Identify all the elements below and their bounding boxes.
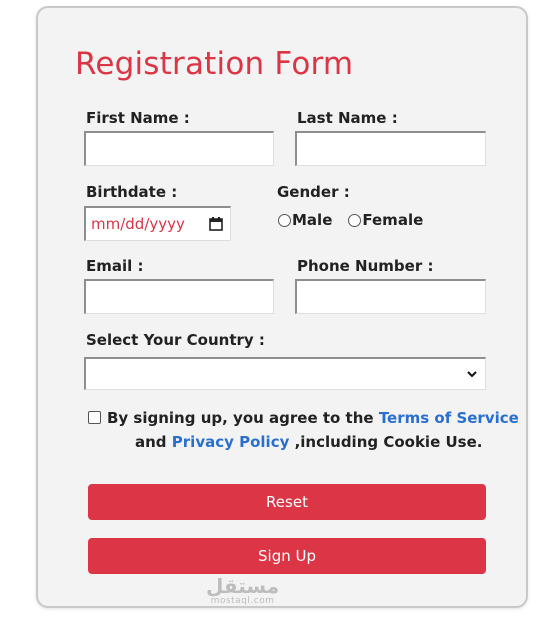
first-name-input[interactable] [84, 131, 274, 166]
terms-prefix: By signing up, you agree to the [107, 409, 374, 427]
registration-card: Registration Form First Name : Last Name… [36, 6, 528, 608]
phone-label: Phone Number : [297, 257, 434, 275]
gender-female-label: Female [362, 211, 424, 229]
country-select[interactable] [84, 357, 486, 390]
phone-input[interactable] [295, 279, 486, 314]
birthdate-label: Birthdate : [86, 183, 178, 201]
gender-options: Male Female [278, 211, 423, 229]
birthdate-input[interactable]: mm/dd/yyyy [84, 206, 231, 241]
sign-up-button[interactable]: Sign Up [88, 538, 486, 574]
chevron-down-icon [467, 371, 477, 378]
calendar-icon[interactable] [208, 216, 224, 232]
email-label: Email : [86, 257, 144, 275]
terms-of-service-link[interactable]: Terms of Service [379, 409, 519, 427]
gender-female-radio[interactable] [348, 213, 362, 227]
gender-male-label: Male [292, 211, 333, 229]
gender-male-radio[interactable] [278, 213, 291, 227]
birthdate-placeholder: mm/dd/yyyy [91, 215, 185, 233]
watermark-latin: mostaql.com [210, 596, 275, 606]
terms-suffix: ,including Cookie Use. [294, 433, 483, 451]
country-label: Select Your Country : [86, 331, 265, 349]
watermark: مستقل mostaql.com [206, 576, 279, 606]
terms-checkbox[interactable] [88, 411, 101, 424]
gender-label: Gender : [277, 183, 350, 201]
reset-button[interactable]: Reset [88, 484, 486, 520]
form-title: Registration Form [75, 46, 354, 82]
last-name-input[interactable] [295, 131, 486, 166]
last-name-label: Last Name : [297, 109, 398, 127]
email-input[interactable] [84, 279, 274, 314]
first-name-label: First Name : [86, 109, 190, 127]
watermark-arabic: مستقل [206, 574, 280, 598]
terms-and: and [135, 433, 167, 451]
privacy-policy-link[interactable]: Privacy Policy [172, 433, 290, 451]
